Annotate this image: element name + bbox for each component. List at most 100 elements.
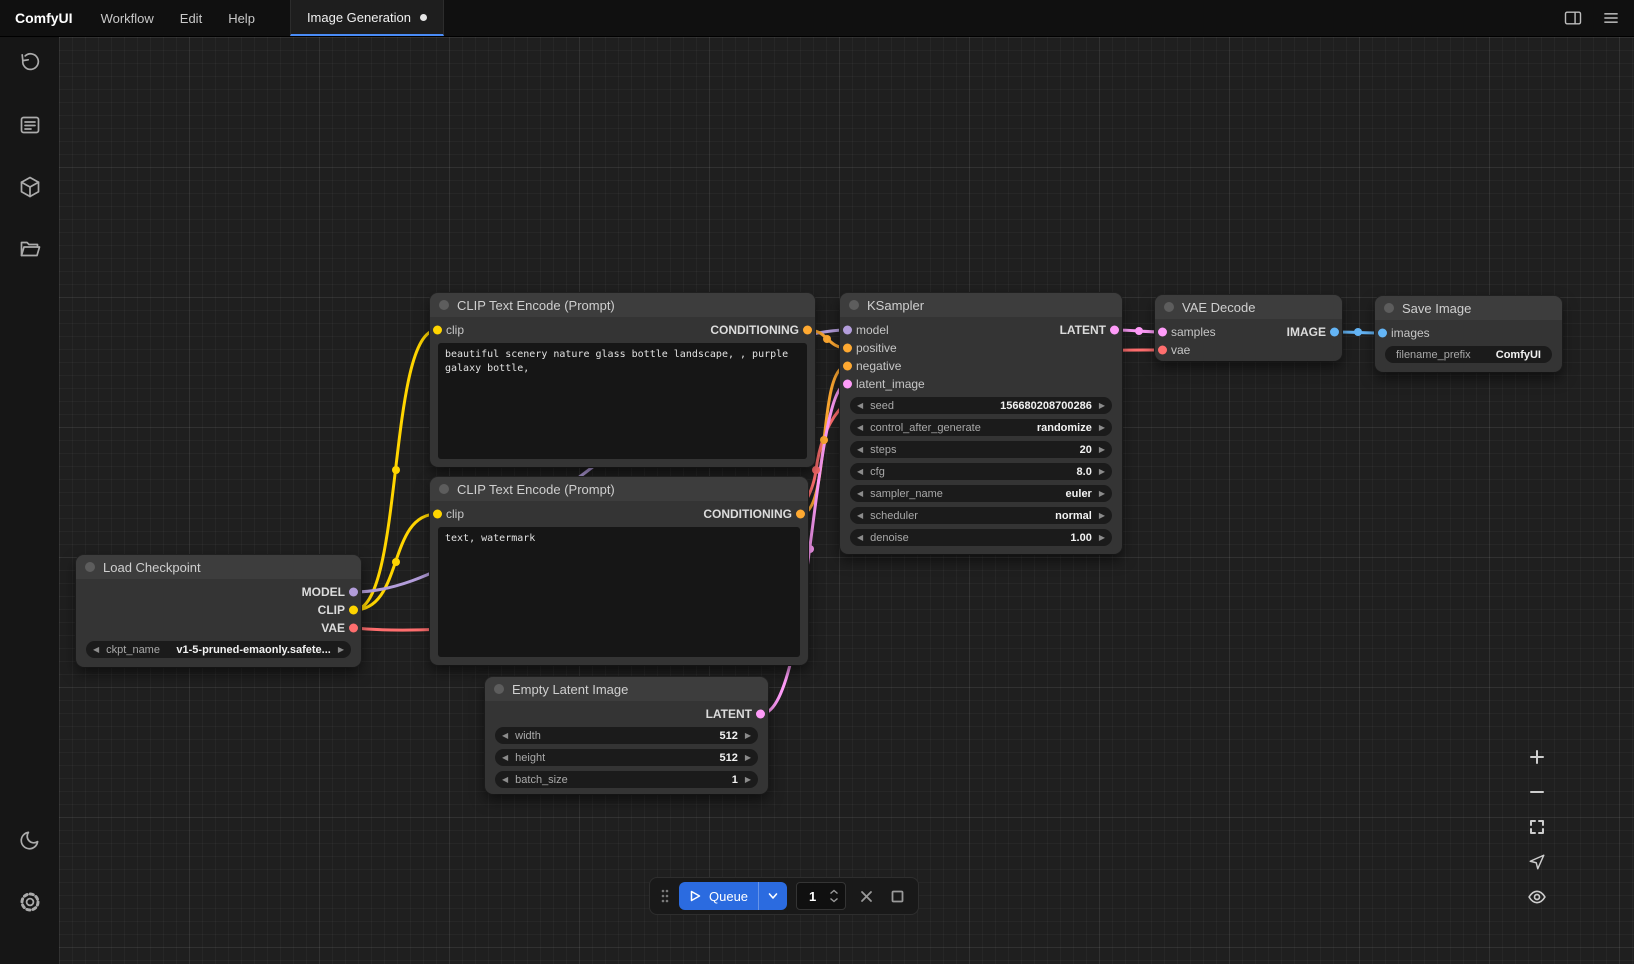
workflows-folder-icon[interactable] [18, 237, 42, 261]
queue-button[interactable]: Queue [679, 882, 787, 910]
output-socket-vae[interactable] [349, 624, 358, 633]
node-title-bar[interactable]: Save Image [1375, 296, 1562, 320]
output-socket-image[interactable] [1330, 328, 1339, 337]
prompt-textarea[interactable]: text, watermark [438, 527, 800, 657]
input-socket-clip[interactable] [433, 510, 442, 519]
increment-arrow-icon[interactable] [1099, 512, 1105, 520]
drag-handle-icon[interactable] [660, 888, 670, 904]
increment-arrow-icon[interactable] [745, 776, 751, 784]
collapse-dot-icon[interactable] [1384, 303, 1394, 313]
theme-moon-icon[interactable] [18, 828, 42, 852]
clear-queue-x-icon[interactable] [855, 885, 877, 907]
increment-arrow-icon[interactable] [338, 646, 344, 654]
collapse-dot-icon[interactable] [85, 562, 95, 572]
tab-image-generation[interactable]: Image Generation [290, 0, 444, 36]
input-socket-positive[interactable] [843, 344, 852, 353]
decrement-arrow-icon[interactable] [93, 646, 99, 654]
increment-arrow-icon[interactable] [745, 732, 751, 740]
fit-view-icon[interactable] [1523, 814, 1551, 840]
zoom-out-icon[interactable] [1523, 779, 1551, 805]
widget-sampler-name[interactable]: sampler_name euler [850, 485, 1112, 502]
node-title-bar[interactable]: VAE Decode [1155, 295, 1342, 319]
node-empty-latent-image[interactable]: Empty Latent Image LATENT width 512 heig… [485, 677, 768, 794]
output-socket-latent[interactable] [1110, 326, 1119, 335]
node-title-bar[interactable]: CLIP Text Encode (Prompt) [430, 477, 808, 501]
node-clip-text-encode-positive[interactable]: CLIP Text Encode (Prompt) clip CONDITION… [430, 293, 815, 467]
decrement-arrow-icon[interactable] [857, 534, 863, 542]
decrement-arrow-icon[interactable] [857, 468, 863, 476]
queue-log-icon[interactable] [18, 113, 42, 137]
input-socket-latent-image[interactable] [843, 380, 852, 389]
increment-arrow-icon[interactable] [1099, 490, 1105, 498]
widget-control-after-generate[interactable]: control_after_generate randomize [850, 419, 1112, 436]
node-clip-text-encode-negative[interactable]: CLIP Text Encode (Prompt) clip CONDITION… [430, 477, 808, 665]
widget-filename-prefix[interactable]: filename_prefix ComfyUI [1385, 346, 1552, 363]
widget-width[interactable]: width 512 [495, 727, 758, 744]
collapse-dot-icon[interactable] [849, 300, 859, 310]
decrement-arrow-icon[interactable] [502, 754, 508, 762]
settings-gear-icon[interactable] [18, 890, 42, 914]
node-save-image[interactable]: Save Image images filename_prefix ComfyU… [1375, 296, 1562, 372]
input-socket-vae[interactable] [1158, 346, 1167, 355]
collapse-dot-icon[interactable] [494, 684, 504, 694]
input-socket-model[interactable] [843, 326, 852, 335]
increment-arrow-icon[interactable] [1099, 446, 1105, 454]
widget-batch-size[interactable]: batch_size 1 [495, 771, 758, 788]
increment-arrow-icon[interactable] [1099, 424, 1105, 432]
output-socket-clip[interactable] [349, 606, 358, 615]
output-socket-latent[interactable] [756, 710, 765, 719]
decrement-arrow-icon[interactable] [857, 402, 863, 410]
widget-cfg[interactable]: cfg 8.0 [850, 463, 1112, 480]
widget-denoise[interactable]: denoise 1.00 [850, 529, 1112, 546]
widget-steps[interactable]: steps 20 [850, 441, 1112, 458]
collapse-dot-icon[interactable] [439, 300, 449, 310]
increment-arrow-icon[interactable] [1099, 468, 1105, 476]
node-load-checkpoint[interactable]: Load Checkpoint MODEL CLIP VAE ckpt_name… [76, 555, 361, 667]
decrement-arrow-icon[interactable] [502, 776, 508, 784]
increment-arrow-icon[interactable] [745, 754, 751, 762]
widget-height[interactable]: height 512 [495, 749, 758, 766]
node-title-bar[interactable]: Empty Latent Image [485, 677, 768, 701]
node-title-bar[interactable]: Load Checkpoint [76, 555, 361, 579]
output-socket-conditioning[interactable] [803, 326, 812, 335]
node-title-bar[interactable]: KSampler [840, 293, 1122, 317]
collapse-dot-icon[interactable] [439, 484, 449, 494]
interrupt-stop-icon[interactable] [886, 885, 908, 907]
collapse-dot-icon[interactable] [1164, 302, 1174, 312]
workflow-history-icon[interactable] [18, 51, 42, 75]
decrement-arrow-icon[interactable] [857, 512, 863, 520]
zoom-in-icon[interactable] [1523, 744, 1551, 770]
toggle-visibility-eye-icon[interactable] [1523, 884, 1551, 910]
input-socket-images[interactable] [1378, 329, 1387, 338]
increment-arrow-icon[interactable] [1099, 402, 1105, 410]
increment-arrow-icon[interactable] [1099, 534, 1105, 542]
menu-help[interactable]: Help [215, 0, 268, 36]
decrement-arrow-icon[interactable] [857, 490, 863, 498]
batch-count-value: 1 [803, 889, 829, 904]
widget-seed[interactable]: seed 156680208700286 [850, 397, 1112, 414]
widget-ckpt-name[interactable]: ckpt_name v1-5-pruned-emaonly.safete... [86, 641, 351, 658]
node-library-cube-icon[interactable] [18, 175, 42, 199]
decrement-arrow-icon[interactable] [857, 424, 863, 432]
batch-count-input[interactable]: 1 [796, 882, 846, 910]
input-socket-clip[interactable] [433, 326, 442, 335]
output-socket-conditioning[interactable] [796, 510, 805, 519]
select-pointer-icon[interactable] [1523, 849, 1551, 875]
widget-scheduler[interactable]: scheduler normal [850, 507, 1112, 524]
hamburger-menu-icon[interactable] [1592, 0, 1630, 36]
prompt-textarea[interactable]: beautiful scenery nature glass bottle la… [438, 343, 807, 459]
node-title-bar[interactable]: CLIP Text Encode (Prompt) [430, 293, 815, 317]
menu-edit[interactable]: Edit [167, 0, 215, 36]
input-socket-samples[interactable] [1158, 328, 1167, 337]
decrement-arrow-icon[interactable] [857, 446, 863, 454]
panel-toggle-icon[interactable] [1554, 0, 1592, 36]
output-socket-model[interactable] [349, 588, 358, 597]
node-ksampler[interactable]: KSampler model LATENT positive negative … [840, 293, 1122, 554]
queue-options-caret[interactable] [758, 882, 787, 910]
decrement-chevron-icon[interactable] [829, 897, 839, 903]
menu-workflow[interactable]: Workflow [88, 0, 167, 36]
increment-chevron-icon[interactable] [829, 889, 839, 895]
input-socket-negative[interactable] [843, 362, 852, 371]
decrement-arrow-icon[interactable] [502, 732, 508, 740]
node-vae-decode[interactable]: VAE Decode samples IMAGE vae [1155, 295, 1342, 361]
